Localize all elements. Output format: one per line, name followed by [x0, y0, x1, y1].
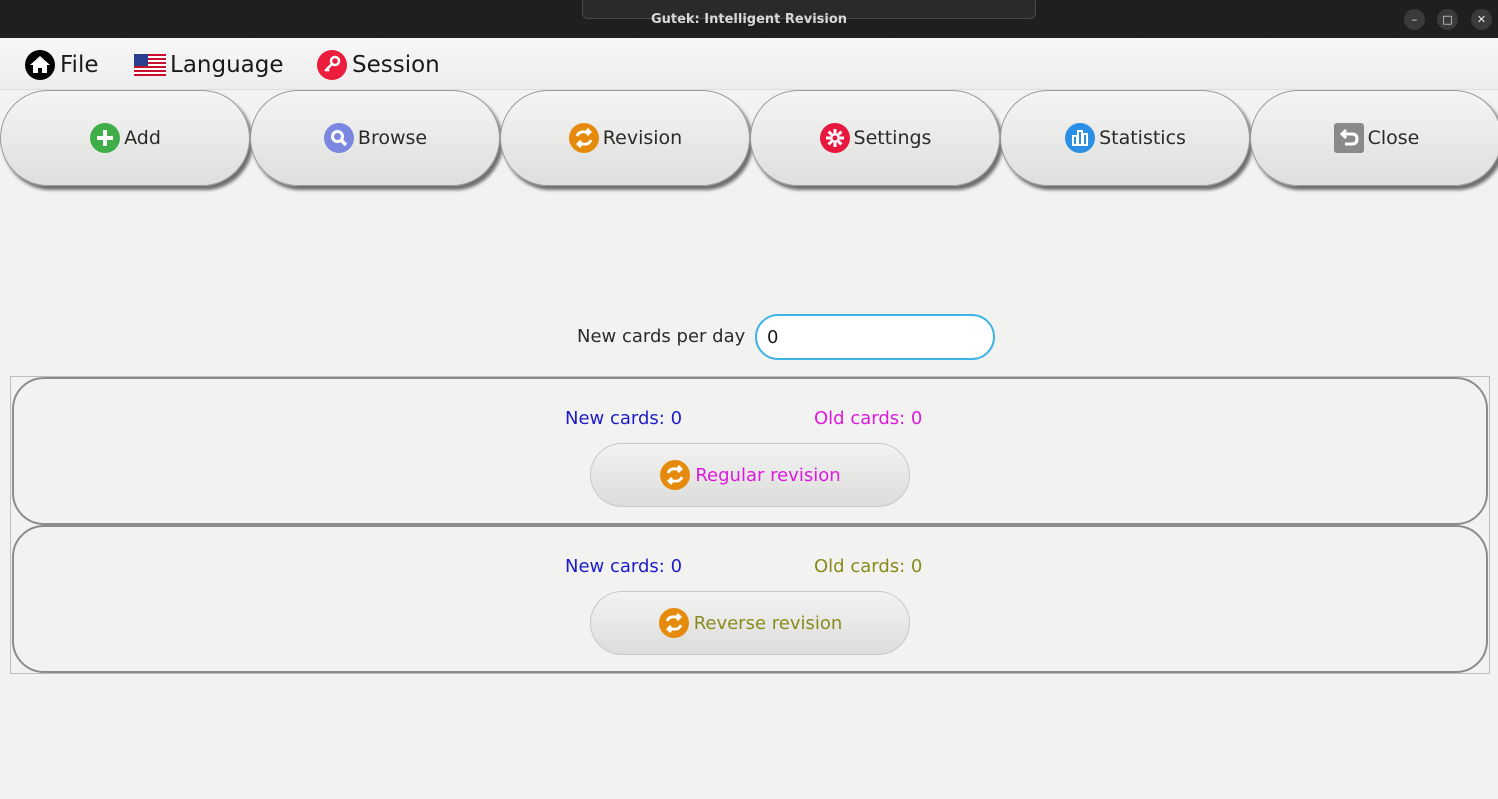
menu-file-label: File — [60, 52, 99, 78]
browse-label: Browse — [357, 127, 428, 149]
minimize-button[interactable]: – — [1404, 9, 1425, 30]
browse-button[interactable]: Browse — [250, 90, 500, 186]
reverse-new-cards: New cards: 0 — [565, 556, 683, 577]
exit-icon — [1333, 122, 1365, 154]
revision-label: Revision — [602, 127, 683, 149]
refresh-icon — [659, 459, 691, 491]
window-title: Gutek: Intelligent Revision — [650, 12, 848, 26]
gear-icon — [819, 122, 851, 154]
menu-session-label: Session — [352, 52, 440, 78]
reverse-revision-button[interactable]: Reverse revision — [590, 591, 910, 655]
regular-new-cards: New cards: 0 — [565, 408, 683, 429]
regular-revision-button[interactable]: Regular revision — [590, 443, 910, 507]
reverse-revision-label: Reverse revision — [693, 612, 843, 634]
settings-button[interactable]: Settings — [750, 90, 1000, 186]
menu-language[interactable]: Language — [134, 50, 284, 80]
statistics-button[interactable]: Statistics — [1000, 90, 1250, 186]
add-label: Add — [124, 127, 161, 149]
close-button[interactable]: Close — [1250, 90, 1498, 186]
key-icon — [316, 50, 348, 80]
new-per-day-input[interactable] — [755, 314, 995, 360]
bar-chart-icon — [1064, 122, 1096, 154]
search-icon — [323, 122, 355, 154]
add-button[interactable]: Add — [0, 90, 250, 186]
regular-revision-label: Regular revision — [695, 464, 841, 486]
revision-button[interactable]: Revision — [500, 90, 750, 186]
regular-old-cards: Old cards: 0 — [814, 408, 923, 429]
plus-icon — [89, 122, 121, 154]
menu-language-label: Language — [170, 52, 284, 78]
close-window-button[interactable]: ✕ — [1471, 9, 1492, 30]
statistics-label: Statistics — [1099, 127, 1186, 149]
refresh-icon — [658, 607, 690, 639]
settings-label: Settings — [853, 127, 932, 149]
new-per-day-label: New cards per day — [577, 326, 746, 347]
menu-file[interactable]: File — [24, 50, 99, 80]
us-flag-icon — [134, 50, 166, 80]
home-icon — [24, 50, 56, 80]
menu-session[interactable]: Session — [316, 50, 440, 80]
close-label: Close — [1367, 127, 1420, 149]
reverse-old-cards: Old cards: 0 — [814, 556, 923, 577]
maximize-button[interactable]: □ — [1437, 9, 1458, 30]
refresh-icon — [568, 122, 600, 154]
